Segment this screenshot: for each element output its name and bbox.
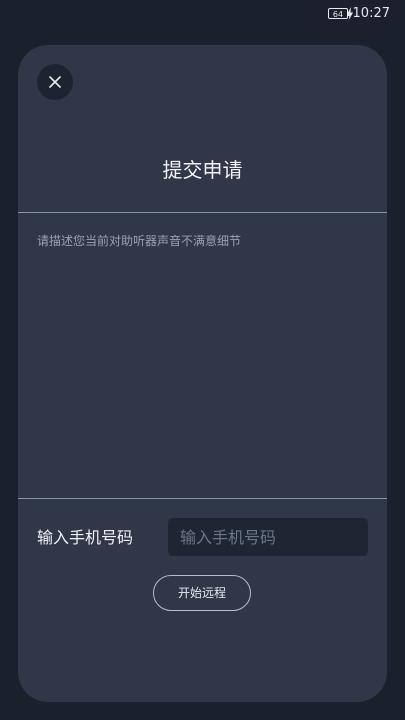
- phone-input[interactable]: [168, 518, 368, 556]
- status-bar: 64 10:27: [0, 0, 405, 28]
- dialog-title: 提交申请: [162, 158, 243, 182]
- close-button[interactable]: [37, 64, 73, 100]
- status-time: 10:27: [352, 6, 390, 21]
- description-input[interactable]: 请描述您当前对助听器声音不满意细节: [18, 213, 387, 498]
- phone-label: 输入手机号码: [37, 528, 134, 547]
- close-icon: [49, 76, 61, 88]
- submit-request-dialog: 提交申请 请描述您当前对助听器声音不满意细节 输入手机号码 开始远程: [18, 45, 387, 702]
- description-placeholder: 请描述您当前对助听器声音不满意细节: [37, 234, 242, 248]
- start-remote-button[interactable]: 开始远程: [153, 575, 251, 611]
- battery-indicator: 64: [328, 8, 350, 19]
- divider: [18, 498, 387, 499]
